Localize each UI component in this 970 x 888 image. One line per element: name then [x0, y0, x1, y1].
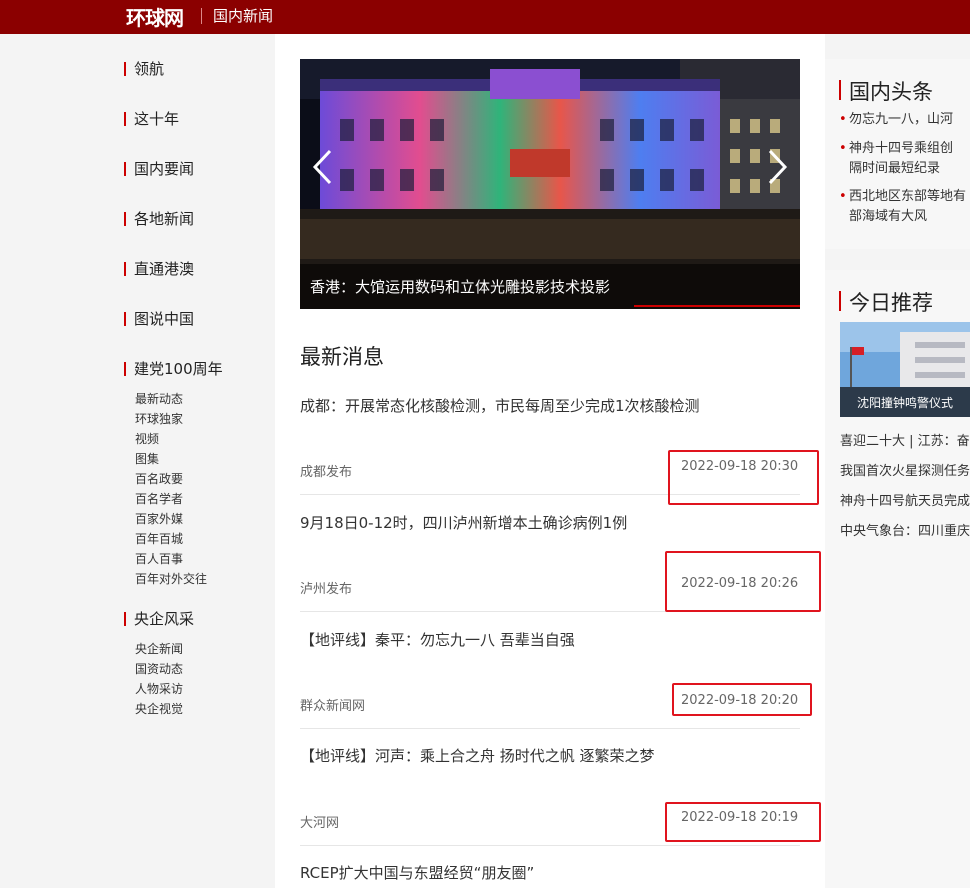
recommend-item[interactable]: 中央气象台：四川重庆 [840, 520, 970, 539]
news-title[interactable]: 成都：开展常态化核酸检测，市民每周至少完成1次核酸检测 [300, 395, 700, 416]
nav-item-domestic-news[interactable]: 国内要闻 [124, 159, 194, 179]
nav-sub-item[interactable]: 央企新闻 [135, 641, 183, 657]
news-source: 群众新闻网 [300, 699, 366, 714]
recommend-item[interactable]: 神舟十四号航天员完成 [840, 490, 970, 509]
recommend-item[interactable]: 我国首次火星探测任务 [840, 460, 970, 479]
nav-sub-item[interactable]: 百名学者 [135, 491, 183, 507]
divider [300, 845, 800, 846]
nav-item-picture-china[interactable]: 图说中国 [124, 309, 194, 329]
news-title[interactable]: 【地评线】秦平：勿忘九一八 吾辈当自强 [300, 629, 575, 650]
headline-item[interactable]: 神舟十四号乘组创 [839, 139, 953, 159]
highlight-box [668, 450, 819, 505]
news-source: 大河网 [300, 816, 340, 831]
nav-sub-item[interactable]: 国资动态 [135, 661, 183, 677]
highlight-box [665, 802, 821, 842]
highlight-box [672, 683, 812, 716]
headline-item[interactable]: 勿忘九一八，山河 [839, 110, 953, 130]
chevron-right-icon[interactable] [764, 147, 790, 187]
news-title[interactable]: RCEP扩大中国与东盟经贸“朋友圈” [300, 862, 534, 883]
nav-sub-item[interactable]: 环球独家 [135, 411, 183, 427]
recommend-item[interactable]: 喜迎二十大 | 江苏：奋 [840, 430, 970, 449]
recommend-image[interactable]: 沈阳撞钟鸣警仪式 [840, 322, 970, 417]
nav-sub-item[interactable]: 最新动态 [135, 391, 183, 407]
nav-sub-item[interactable]: 百年百城 [135, 531, 183, 547]
nav-item-party-100[interactable]: 建党100周年 [124, 359, 223, 379]
nav-sub-item[interactable]: 百人百事 [135, 551, 183, 567]
nav-sub-item[interactable]: 百家外媒 [135, 511, 183, 527]
site-logo[interactable]: 环球网 [126, 2, 184, 31]
recommend-title: 今日推荐 [839, 287, 933, 317]
photo-carousel[interactable]: 香港：大馆运用数码和立体光雕投影技术投影 [300, 59, 800, 309]
headlines-title: 国内头条 [839, 76, 933, 106]
nav-sub-item[interactable]: 人物采访 [135, 681, 183, 697]
nav-sub-item[interactable]: 百年对外交往 [135, 571, 207, 587]
nav-item-lingHang[interactable]: 领航 [124, 59, 164, 79]
headlines-panel: 国内头条 勿忘九一八，山河 神舟十四号乘组创 隔时间最短纪录 西北地区东部等地有… [825, 59, 970, 249]
recommend-image-caption[interactable]: 沈阳撞钟鸣警仪式 [840, 394, 970, 411]
top-bar: 环球网 国内新闻 [0, 0, 970, 34]
news-title[interactable]: 9月18日0-12时，四川泸州新增本土确诊病例1例 [300, 512, 627, 533]
nav-item-decade[interactable]: 这十年 [124, 109, 179, 129]
headline-item[interactable]: 西北地区东部等地有 [839, 187, 966, 207]
nav-item-soe[interactable]: 央企风采 [124, 609, 194, 629]
chevron-left-icon[interactable] [310, 147, 336, 187]
news-source: 成都发布 [300, 465, 353, 480]
carousel-caption[interactable]: 香港：大馆运用数码和立体光雕投影技术投影 [310, 276, 610, 297]
nav-sub-item[interactable]: 央企视觉 [135, 701, 183, 717]
headline-item-continued[interactable]: 部海域有大风 [849, 207, 927, 227]
carousel-image [300, 59, 800, 309]
nav-item-local-news[interactable]: 各地新闻 [124, 209, 194, 229]
latest-news-heading: 最新消息 [300, 345, 384, 369]
header-divider [201, 8, 202, 24]
section-title[interactable]: 国内新闻 [213, 5, 273, 26]
highlight-box [665, 551, 821, 612]
nav-sub-item[interactable]: 百名政要 [135, 471, 183, 487]
headline-item-continued[interactable]: 隔时间最短纪录 [849, 159, 940, 179]
news-source: 泸州发布 [300, 582, 353, 597]
nav-item-hk-macao[interactable]: 直通港澳 [124, 259, 194, 279]
nav-sub-item[interactable]: 图集 [135, 451, 159, 467]
nav-sub-item[interactable]: 视频 [135, 431, 159, 447]
divider [300, 728, 800, 729]
carousel-progress [634, 305, 800, 307]
news-title[interactable]: 【地评线】河声：乘上合之舟 扬时代之帆 逐繁荣之梦 [300, 745, 655, 766]
